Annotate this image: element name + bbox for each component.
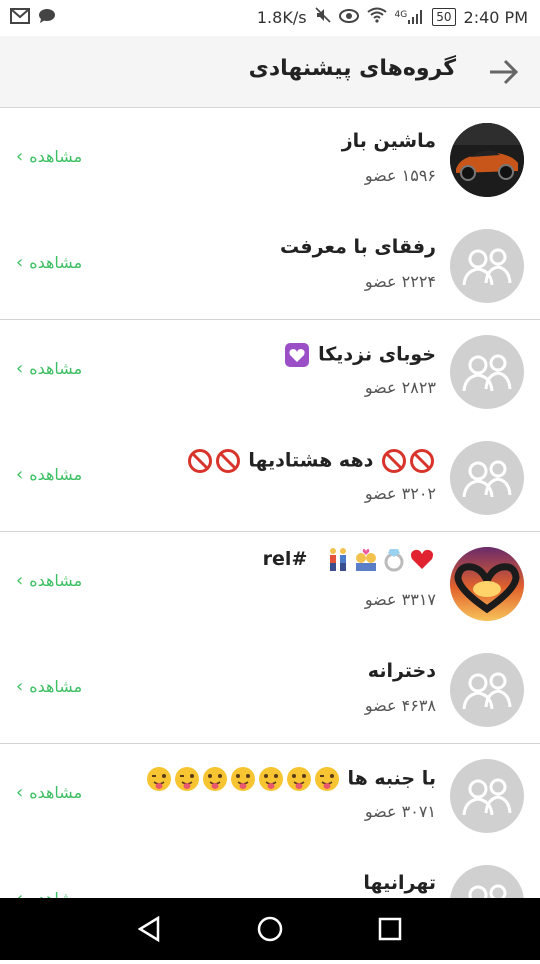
list-item[interactable]: #rel ۳۳۱۷ عضو ‹ مشاهده [0,532,540,638]
couple-heart-emoji [356,549,376,571]
group-name: با جنبه ها [145,766,436,792]
heart-hands-photo [450,547,524,621]
avatar [450,123,524,197]
ring-emoji [384,549,404,572]
avatar [450,547,524,621]
view-button[interactable]: ‹ مشاهده [16,252,82,273]
heart-box-emoji [285,343,310,367]
avatar [450,652,524,727]
avatar [450,228,524,303]
chevron-left-icon: ‹ [16,782,24,803]
group-placeholder-icon [462,460,512,497]
chevron-left-icon: ‹ [16,675,24,697]
system-nav-bar [0,898,540,960]
page-title: گروه‌های پیشنهادی [248,56,456,81]
chevron-left-icon: ‹ [16,251,24,273]
group-name: تهرانیها [363,871,436,894]
list-item[interactable]: خوبای نزدیکا ۲۸۲۳ عضو ‹ مشاهده [0,320,540,426]
group-placeholder-icon [462,354,512,392]
chevron-left-icon: ‹ [16,358,24,379]
back-nav-button[interactable] [137,915,160,943]
member-count: ۴۶۳۸ عضو [364,695,436,715]
list-item[interactable]: با جنبه ها ۳۰۷۱ عضو ‹ مشاهده [0,744,540,850]
list-item[interactable]: تهرانیها ‹ مشاهده [0,850,540,899]
couple-emoji [330,548,346,571]
arrow-right-icon [490,59,519,85]
group-name: رفقای با معرفت [280,235,436,258]
no-sign-emoji [382,448,406,473]
tongue-emoji [202,767,227,791]
message-icon [38,8,56,28]
list-item[interactable]: دخترانه ۴۶۳۸ عضو ‹ مشاهده [0,638,540,744]
member-count: ۲۲۲۴ عضو [364,271,436,291]
tongue-emoji [286,767,311,791]
winking-tongue-emoji [174,767,199,791]
view-button[interactable]: ‹ مشاهده [16,570,82,591]
app-bar: گروه‌های پیشنهادی [0,36,540,108]
group-placeholder-icon [462,672,512,709]
triangle-back-icon [137,915,160,943]
avatar [450,335,524,409]
home-nav-button[interactable] [257,916,283,942]
list-item[interactable]: رفقای با معرفت ۲۲۲۴ عضو ‹ مشاهده [0,214,540,320]
circle-home-icon [257,916,283,942]
signal-icon: 4G [395,10,425,24]
view-button[interactable]: ‹ مشاهده [16,464,82,485]
group-placeholder-icon [462,778,512,816]
group-name: #rel [263,546,436,572]
no-sign-emoji [410,448,434,473]
status-bar: 1.8K/s 4G 50 2:40 PM [0,0,540,36]
winking-tongue-emoji [146,767,171,791]
group-placeholder-icon [468,884,507,898]
list-item[interactable]: ماشین باز ۱۵۹۶ عضو ‹ مشاهده [0,108,540,214]
view-button[interactable]: ‹ مشاهده [16,146,82,167]
no-sign-emoji [187,448,212,473]
battery-indicator: 50 [432,8,456,26]
member-count: ۱۵۹۶ عضو [364,166,436,185]
member-count: ۳۳۱۷ عضو [364,590,436,609]
view-button[interactable]: ‹ مشاهده [16,676,82,697]
view-button[interactable]: ‹ مشاهده [16,888,82,899]
back-button[interactable] [486,54,522,90]
network-speed: 1.8K/s [256,7,307,27]
eye-icon [338,8,359,27]
member-count: ۳۲۰۲ عضو [364,483,436,503]
chevron-left-icon: ‹ [16,887,24,899]
recents-nav-button[interactable] [378,917,402,941]
avatar [450,759,524,833]
group-name: دخترانه [367,659,436,682]
member-count: ۳۰۷۱ عضو [364,802,436,821]
group-name: دهه هشتادیها [186,448,436,474]
avatar [450,864,524,898]
view-button[interactable]: ‹ مشاهده [16,358,82,379]
chevron-left-icon: ‹ [16,146,24,167]
member-count: ۲۸۲۳ عضو [364,378,436,397]
list-item[interactable]: دهه هشتادیها ۳۲۰۲ عضو ‹ مشاهده [0,426,540,532]
view-button[interactable]: ‹ مشاهده [16,782,82,803]
red-heart-emoji [411,549,433,569]
mute-icon [314,7,331,27]
group-name: خوبای نزدیکا [283,342,436,368]
car-photo [450,123,524,197]
wifi-icon [366,7,387,27]
chevron-left-icon: ‹ [16,570,24,591]
square-recents-icon [378,917,402,941]
group-list: ماشین باز ۱۵۹۶ عضو ‹ مشاهده رفقای با معرف… [0,108,540,898]
group-placeholder-icon [462,248,512,285]
tongue-emoji [258,767,283,791]
chevron-left-icon: ‹ [16,463,24,485]
group-name: ماشین باز [341,130,436,152]
no-sign-emoji [215,448,240,473]
winking-tongue-emoji [314,767,339,791]
clock: 2:40 PM [463,7,528,27]
gmail-icon [10,8,30,28]
tongue-emoji [230,767,255,791]
avatar [450,440,524,515]
